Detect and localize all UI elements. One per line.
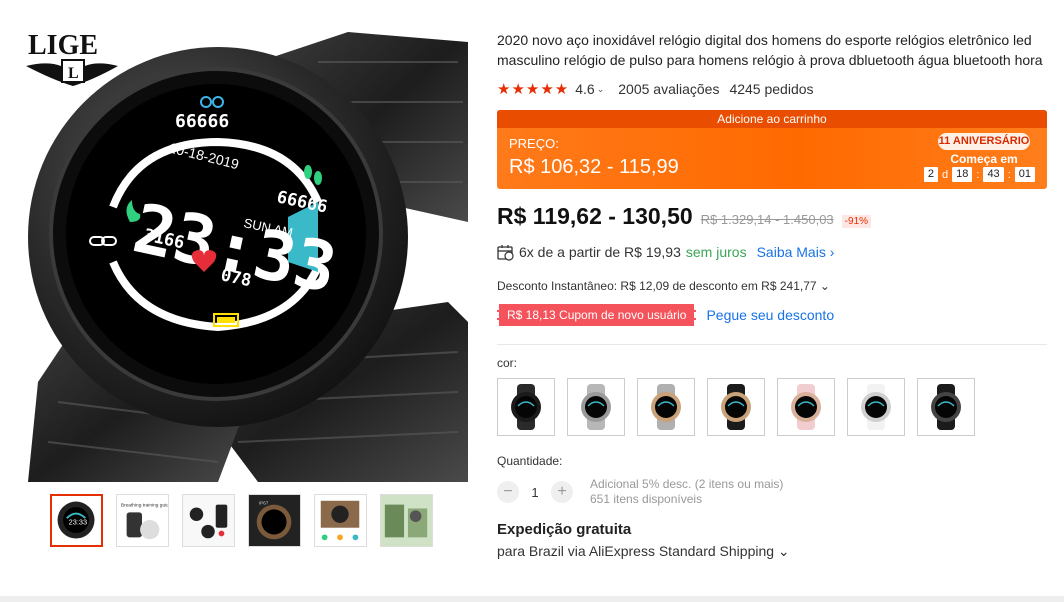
price-row: R$ 119,62 - 130,50 R$ 1.329,14 - 1.450,0… [497, 203, 1047, 231]
thumbnail-5[interactable] [314, 494, 367, 547]
rating-stars: ★★★★★ [497, 81, 570, 98]
chevron-right-icon: › [829, 244, 835, 260]
countdown-seconds: 01 [1014, 167, 1035, 182]
shipping-title: Expedição gratuita [497, 521, 632, 538]
color-swatch-black-silicone[interactable] [917, 378, 975, 436]
quantity-label: Quantidade: [497, 454, 563, 468]
rating-row: ★★★★★ 4.6 ⌄ 2005 avaliações 4245 pedidos [497, 80, 1047, 98]
watch-thumbnail-icon [861, 384, 891, 430]
countdown-hours: 18 [952, 167, 973, 182]
watch-thumbnail-icon [931, 384, 961, 430]
thumbnail-6[interactable] [380, 494, 433, 547]
reviews-count[interactable]: 2005 avaliações [618, 81, 719, 97]
watch-thumbnail-icon [651, 384, 681, 430]
new-user-coupon[interactable]: R$ 18,13 Cupom de novo usuário [497, 304, 697, 326]
color-swatch-pink-silicone[interactable] [777, 378, 835, 436]
svg-text:Breathing training guide: Breathing training guide [121, 503, 168, 509]
divider [497, 344, 1047, 345]
bulk-discount-text: Adicional 5% desc. (2 itens ou mais) [590, 477, 784, 491]
countdown-day-label: d [942, 168, 949, 181]
quantity-minus-button[interactable]: − [497, 481, 519, 503]
discount-badge: -91% [841, 215, 872, 228]
svg-text:L: L [68, 65, 79, 82]
coupon-row: R$ 18,13 Cupom de novo usuário Pegue seu… [497, 304, 1047, 326]
product-main-image[interactable]: LIGE L 66666 10-18-2019 23:33 SUN AM 666… [18, 22, 468, 482]
quantity-input[interactable]: 1 [519, 485, 551, 500]
original-price: R$ 1.329,14 - 1.450,03 [700, 212, 834, 227]
quantity-info: Adicional 5% desc. (2 itens ou mais) 651… [590, 477, 783, 507]
watch-image: LIGE L 66666 10-18-2019 23:33 SUN AM 666… [26, 30, 468, 482]
color-swatch-black-steel[interactable] [497, 378, 555, 436]
promo-countdown: 2 d 18 : 43 : 01 [923, 167, 1035, 182]
shipping-detail[interactable]: para Brazil via AliExpress Standard Ship… [497, 543, 1047, 560]
brand-logo: LIGE L [26, 30, 118, 86]
watch-thumbnail-icon [581, 384, 611, 430]
color-swatch-black-gold-silicone[interactable] [707, 378, 765, 436]
orders-count: 4245 pedidos [729, 81, 814, 97]
countdown-minutes: 43 [983, 167, 1004, 182]
anniversary-badge: 11 ANIVERSÁRIO [938, 133, 1030, 150]
product-info: 2020 novo aço inoxidável relógio digital… [497, 30, 1047, 560]
calendar-icon [497, 244, 514, 261]
thumbnail-2[interactable]: Breathing training guide [116, 494, 169, 547]
rating-caret-icon[interactable]: ⌄ [597, 84, 605, 95]
thumbnail-3[interactable] [182, 494, 235, 547]
promo-starts-label: Começa em [950, 152, 1018, 166]
current-price: R$ 119,62 - 130,50 [497, 203, 693, 229]
promo-tag: Adicione ao carrinho [497, 110, 1047, 128]
installments-row: 6x de a partir de R$ 19,93 sem juros Sai… [497, 243, 1047, 261]
svg-text:IP67: IP67 [259, 501, 269, 507]
color-swatch-gold-steel[interactable] [637, 378, 695, 436]
color-swatch-silver-steel[interactable] [567, 378, 625, 436]
watch-thumbnail-icon [721, 384, 751, 430]
promo-banner: Adicione ao carrinho PREÇO: R$ 106,32 - … [497, 110, 1047, 189]
quantity-plus-button[interactable]: + [551, 481, 573, 503]
countdown-days: 2 [923, 167, 938, 182]
color-label: cor: [497, 356, 518, 370]
rating-value[interactable]: 4.6 [575, 81, 594, 97]
no-interest-label: sem juros [685, 244, 747, 260]
thumbnail-4[interactable]: IP67 [248, 494, 301, 547]
page-bottom-strip [0, 596, 1064, 602]
svg-text:23:33: 23:33 [69, 518, 87, 527]
color-swatches [497, 378, 1047, 436]
quantity-row: − 1 + Adicional 5% desc. (2 itens ou mai… [497, 477, 1047, 507]
instant-discount[interactable]: Desconto Instantâneo: R$ 12,09 de descon… [497, 279, 1047, 295]
installments-text: 6x de a partir de R$ 19,93 [519, 244, 681, 260]
watch-thumbnail-icon [511, 384, 541, 430]
promo-label: PREÇO: [509, 136, 559, 151]
color-swatch-white-silicone[interactable] [847, 378, 905, 436]
learn-more-link[interactable]: Saiba Mais › [757, 244, 835, 260]
thumbnail-1[interactable]: 23:33 [50, 494, 103, 547]
watch-thumbnail-icon [791, 384, 821, 430]
product-title: 2020 novo aço inoxidável relógio digital… [497, 32, 1043, 68]
thumbnail-strip: 23:33 Breathing training guide IP67 [50, 494, 433, 547]
get-discount-link[interactable]: Pegue seu desconto [706, 307, 834, 323]
stock-available: 651 itens disponíveis [590, 492, 703, 506]
watch-steps-top: 66666 [175, 111, 229, 132]
promo-price: R$ 106,32 - 115,99 [509, 156, 679, 178]
svg-text:LIGE: LIGE [28, 30, 98, 61]
